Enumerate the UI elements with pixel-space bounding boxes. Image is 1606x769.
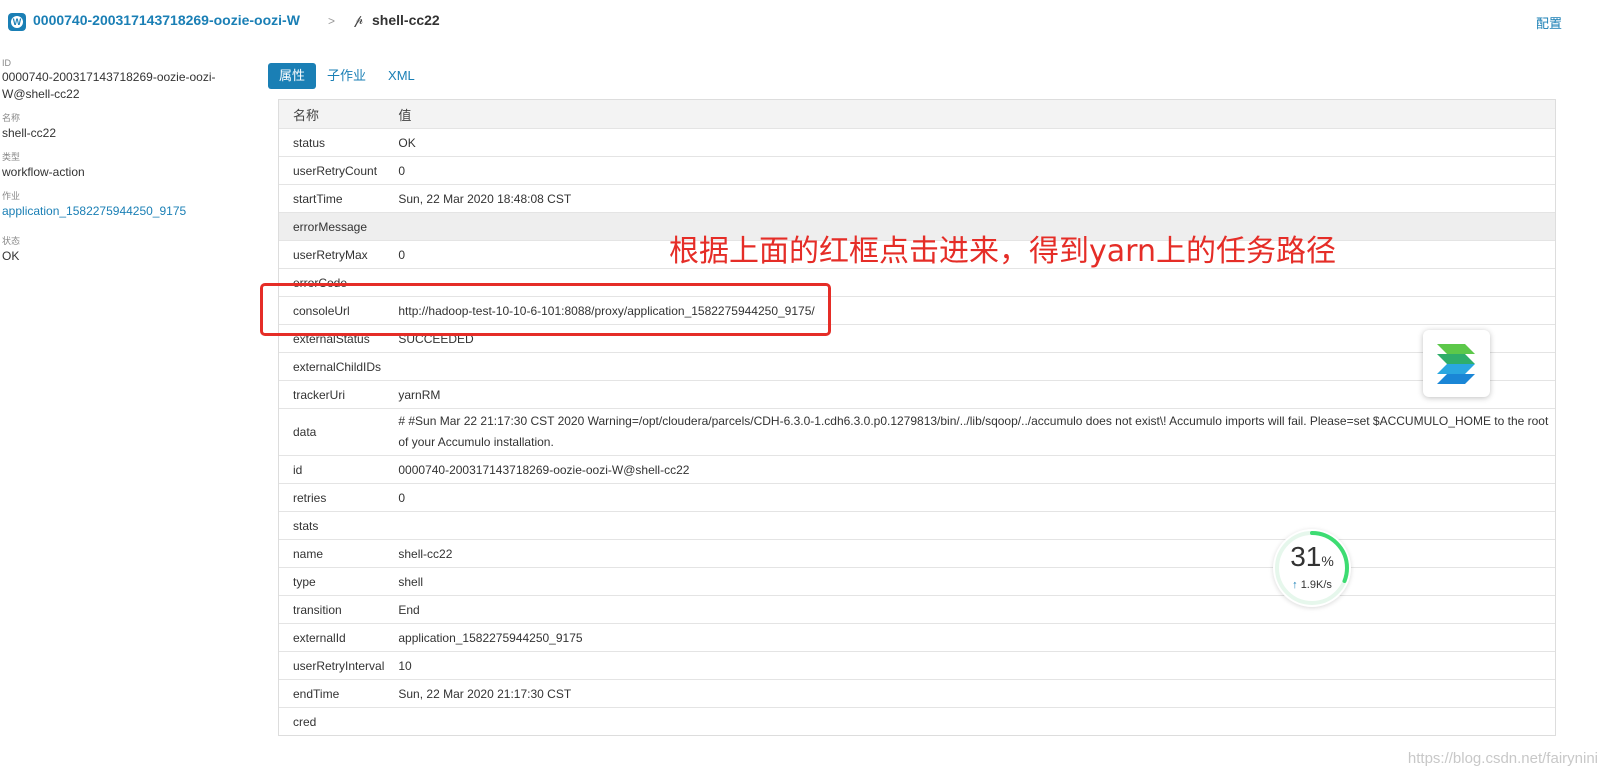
tab-1[interactable]: 子作业 [316, 63, 377, 89]
table-row: transition End [279, 595, 1555, 624]
row-key: errorMessage [279, 212, 385, 241]
sidebar-field-label: 名称 [2, 113, 21, 123]
properties-table: 名称 值 status OK userRetryCount 0 startTime Sun… [279, 100, 1555, 735]
row-key: status [279, 128, 385, 157]
breadcrumb-job-link[interactable]: 0000740-200317143718269-oozie-oozi-W [33, 12, 300, 28]
row-value: yarnRM [384, 380, 1555, 409]
table-header-row: 名称 值 [279, 100, 1555, 129]
table-row: cred [279, 707, 1555, 735]
sidebar-field-value: shell-cc22 [2, 126, 57, 140]
sidebar-field-value: workflow-action [2, 165, 85, 179]
tab-2[interactable]: XML [377, 63, 426, 89]
sidebar-field-label: 作业 [2, 191, 21, 201]
header-name: 名称 [279, 100, 385, 129]
header-value: 值 [384, 100, 1555, 129]
row-key: id [279, 455, 385, 484]
table-row: userRetryInterval 10 [279, 651, 1555, 680]
sidebar-field: 状态 OK [2, 234, 232, 265]
properties-table-container: 名称 值 status OK userRetryCount 0 startTime Sun… [278, 99, 1556, 736]
row-value: Sun, 22 Mar 2020 21:17:30 CST [384, 679, 1555, 708]
row-value: application_1582275944250_9175 [384, 623, 1555, 652]
row-value: End [384, 595, 1555, 624]
branch-icon: 𝓅 [354, 12, 364, 27]
row-key: type [279, 567, 385, 596]
row-key: userRetryInterval [279, 651, 385, 680]
sidebar-job-link[interactable]: application_1582275944250_9175 [2, 203, 232, 220]
row-value: 10 [384, 651, 1555, 680]
table-row: userRetryCount 0 [279, 156, 1555, 185]
sidebar-field-value: 0000740-200317143718269-oozie-oozi-W@she… [2, 70, 216, 101]
breadcrumb-action-name: shell-cc22 [372, 12, 440, 28]
table-row: endTime Sun, 22 Mar 2020 21:17:30 CST [279, 679, 1555, 708]
sidebar-field-label: ID [2, 58, 11, 68]
table-row: retries 0 [279, 483, 1555, 512]
row-key: startTime [279, 184, 385, 213]
row-value: shell [384, 567, 1555, 596]
annotation-text: 根据上面的红框点击进来，得到yarn上的任务路径 [669, 234, 1336, 269]
breadcrumb-separator: > [328, 14, 336, 28]
workflow-logo-letter: W [11, 16, 23, 28]
row-value: OK [384, 128, 1555, 157]
row-value: # #Sun Mar 22 21:17:30 CST 2020 Warning=… [384, 408, 1555, 456]
tab-0[interactable]: 属性 [268, 63, 317, 89]
floating-app-widget[interactable] [1423, 330, 1490, 397]
row-key: userRetryMax [279, 240, 385, 269]
row-key: name [279, 539, 385, 568]
row-value [384, 511, 1555, 540]
header-bar: W 0000740-200317143718269-oozie-oozi-W >… [0, 0, 1606, 40]
sidebar-field-label: 状态 [2, 236, 21, 246]
annotation-highlight-box [260, 283, 831, 336]
speed-percent: 31% [1290, 541, 1334, 572]
table-row: name shell-cc22 [279, 539, 1555, 568]
row-key: userRetryCount [279, 156, 385, 185]
tab-bar: 属性 子作业 XML [268, 63, 426, 89]
row-key: trackerUri [279, 380, 385, 409]
table-row: stats [279, 511, 1555, 540]
sidebar-field: ID 0000740-200317143718269-oozie-oozi-W@s… [2, 58, 232, 103]
sidebar-field: 名称 shell-cc22 [2, 111, 232, 142]
row-value: shell-cc22 [384, 539, 1555, 568]
table-row: data # #Sun Mar 22 21:17:30 CST 2020 Warn… [279, 408, 1555, 456]
row-key: stats [279, 511, 385, 540]
row-key: transition [279, 595, 385, 624]
upload-arrow-icon: ↑ [1292, 579, 1298, 591]
row-key: externalChildIDs [279, 352, 385, 381]
network-speed-widget[interactable]: 31% ↑ 1.9K/s [1273, 529, 1351, 607]
row-key: externalId [279, 623, 385, 652]
row-value: Sun, 22 Mar 2020 18:48:08 CST [384, 184, 1555, 213]
table-row: externalId application_1582275944250_9175 [279, 623, 1555, 652]
row-value: 0 [384, 483, 1555, 512]
table-row: id 0000740-200317143718269-oozie-oozi-W@s… [279, 455, 1555, 484]
row-key: cred [279, 707, 385, 735]
sidebar-field: 作业 application_1582275944250_9175 [2, 189, 232, 220]
row-value [384, 352, 1555, 381]
row-value: 0000740-200317143718269-oozie-oozi-W@she… [384, 455, 1555, 484]
row-key: endTime [279, 679, 385, 708]
table-row: trackerUri yarnRM [279, 380, 1555, 409]
sidebar-field: 类型 workflow-action [2, 150, 232, 181]
layers-logo-icon [1437, 344, 1475, 384]
properties-sidebar: ID 0000740-200317143718269-oozie-oozi-W@s… [2, 58, 232, 273]
speed-rate: ↑ 1.9K/s [1292, 579, 1332, 591]
row-value [384, 707, 1555, 735]
row-key: data [279, 408, 385, 456]
table-row: type shell [279, 567, 1555, 596]
table-row: status OK [279, 128, 1555, 157]
row-value: 0 [384, 156, 1555, 185]
row-key: retries [279, 483, 385, 512]
table-row: externalChildIDs [279, 352, 1555, 381]
config-link[interactable]: 配置 [1536, 13, 1562, 32]
workflow-logo-icon[interactable]: W [8, 13, 26, 31]
sidebar-field-value: OK [2, 249, 20, 263]
table-row: startTime Sun, 22 Mar 2020 18:48:08 CST [279, 184, 1555, 213]
sidebar-field-label: 类型 [2, 152, 21, 162]
watermark: https://blog.csdn.net/fairynini [1407, 750, 1598, 767]
